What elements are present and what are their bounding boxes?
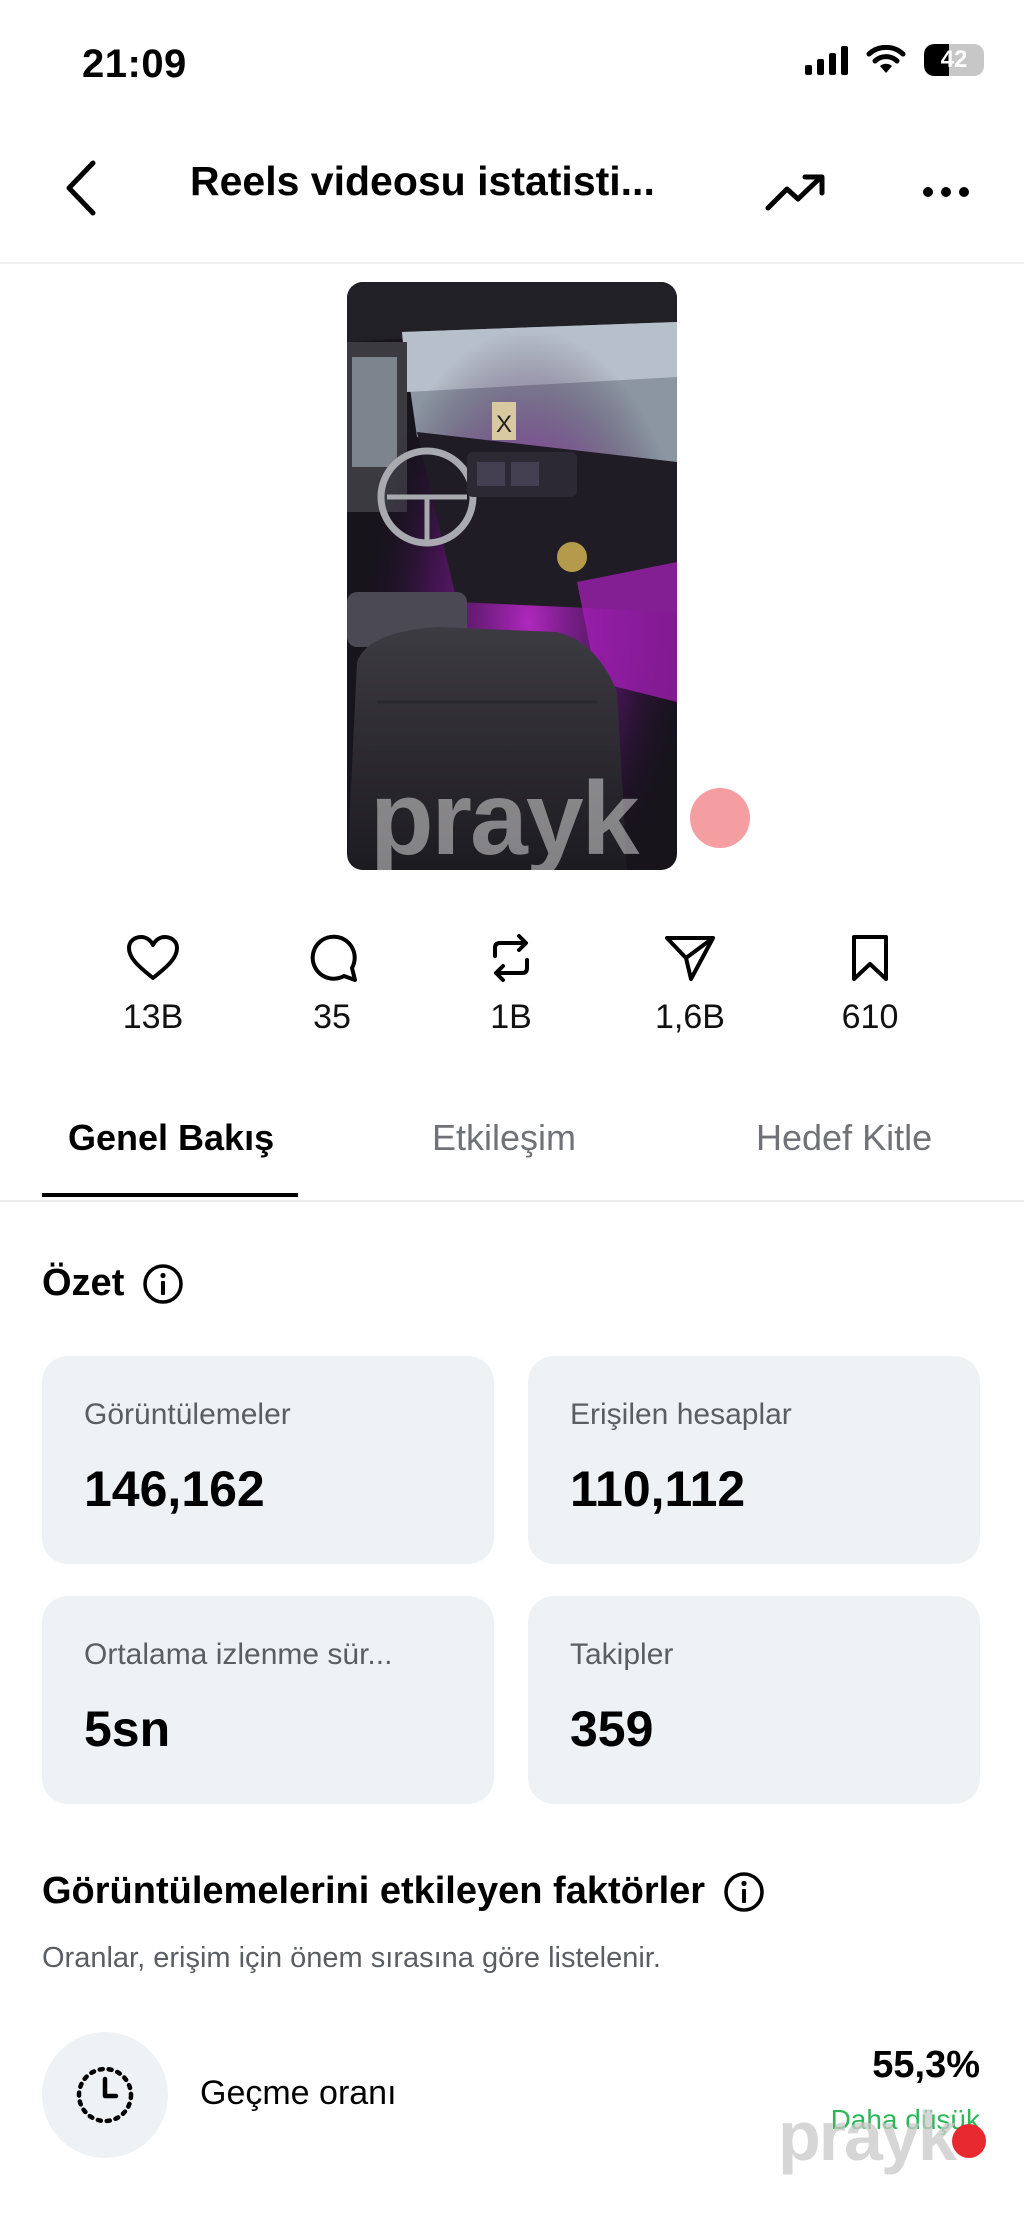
- accounts-reached-value: 110,112: [570, 1461, 746, 1517]
- repost-icon: [493, 934, 529, 982]
- chevron-left-icon: [66, 160, 96, 216]
- factors-title: Görüntülemelerini etkileyen faktörler: [42, 1870, 706, 1912]
- watermark-text-corner: prayk: [778, 2097, 957, 2175]
- summary-heading: Özet: [42, 1262, 184, 1305]
- battery-level: 42: [940, 46, 968, 73]
- page-title: Reels videosu istatisti...: [190, 158, 655, 204]
- factors-heading: Görüntülemelerini etkileyen faktörler: [42, 1870, 765, 1913]
- tab-overview[interactable]: Genel Bakış: [68, 1117, 274, 1159]
- cellular-signal-icon: [805, 45, 848, 75]
- avg-watch-time-value: 5sn: [84, 1701, 171, 1757]
- heart-icon: [127, 935, 179, 980]
- trending-up-icon: [765, 174, 825, 211]
- watermark-dot: [690, 788, 750, 848]
- stat-likes-value: 13B: [122, 998, 184, 1036]
- share-icon: [665, 936, 715, 981]
- views-value: 146,162: [84, 1461, 265, 1517]
- watermark-text: prayk: [370, 761, 640, 877]
- follows-card[interactable]: Takipler 359: [528, 1596, 980, 1804]
- svg-text:X: X: [496, 411, 512, 438]
- accounts-reached-card[interactable]: Erişilen hesaplar 110,112: [528, 1356, 980, 1564]
- follows-label: Takipler: [570, 1638, 674, 1671]
- avg-watch-time-label: Ortalama izlenme sür...: [84, 1638, 393, 1671]
- stat-comments: 35: [252, 930, 412, 1037]
- stat-saves-value: 610: [841, 998, 899, 1036]
- factors-subtitle: Oranlar, erişim için önem sırasına göre …: [42, 1942, 661, 1974]
- watermark-dot-corner: [952, 2124, 986, 2158]
- stat-reposts-value: 1B: [490, 998, 532, 1036]
- stat-reposts: 1B: [431, 930, 591, 1037]
- follows-value: 359: [570, 1701, 654, 1757]
- nav-header: Reels videosu istatisti...: [0, 120, 1024, 264]
- trend-button[interactable]: [760, 156, 832, 228]
- summary-title: Özet: [42, 1262, 125, 1304]
- status-time: 21:09: [82, 42, 187, 86]
- comment-icon: [310, 934, 357, 982]
- bookmark-icon: [852, 935, 888, 981]
- clock-icon: [76, 2066, 134, 2124]
- status-bar: 21:09 42: [0, 0, 1024, 120]
- wifi-icon: [866, 45, 906, 73]
- info-icon[interactable]: [142, 1263, 184, 1305]
- stat-saves: 610: [790, 930, 950, 1037]
- stat-shares: 1,6B: [610, 930, 770, 1037]
- factor-label: Geçme oranı: [200, 2074, 397, 2112]
- status-icons: 42: [805, 44, 984, 76]
- active-tab-indicator: [42, 1193, 298, 1197]
- info-icon[interactable]: [723, 1871, 765, 1913]
- tab-bar: Genel Bakış Etkileşim Hedef Kitle: [0, 1105, 1024, 1202]
- stat-shares-value: 1,6B: [655, 998, 725, 1036]
- views-card[interactable]: Görüntülemeler 146,162: [42, 1356, 494, 1564]
- more-options-button[interactable]: [910, 156, 982, 228]
- back-button[interactable]: [50, 148, 110, 228]
- more-horizontal-icon: [923, 187, 969, 197]
- views-label: Görüntülemeler: [84, 1398, 291, 1431]
- engagement-stats: 13B 35 1B 1,6B 610: [0, 930, 1024, 1060]
- stat-likes: 13B: [73, 930, 233, 1037]
- battery-icon: 42: [924, 44, 984, 76]
- accounts-reached-label: Erişilen hesaplar: [570, 1398, 792, 1431]
- stat-comments-value: 35: [313, 998, 351, 1036]
- avg-watch-time-card[interactable]: Ortalama izlenme sür... 5sn: [42, 1596, 494, 1804]
- tab-audience[interactable]: Hedef Kitle: [756, 1117, 932, 1159]
- tab-engagement[interactable]: Etkileşim: [432, 1117, 576, 1159]
- factor-icon-container: [42, 2032, 168, 2158]
- factor-value: 55,3%: [872, 2044, 980, 2086]
